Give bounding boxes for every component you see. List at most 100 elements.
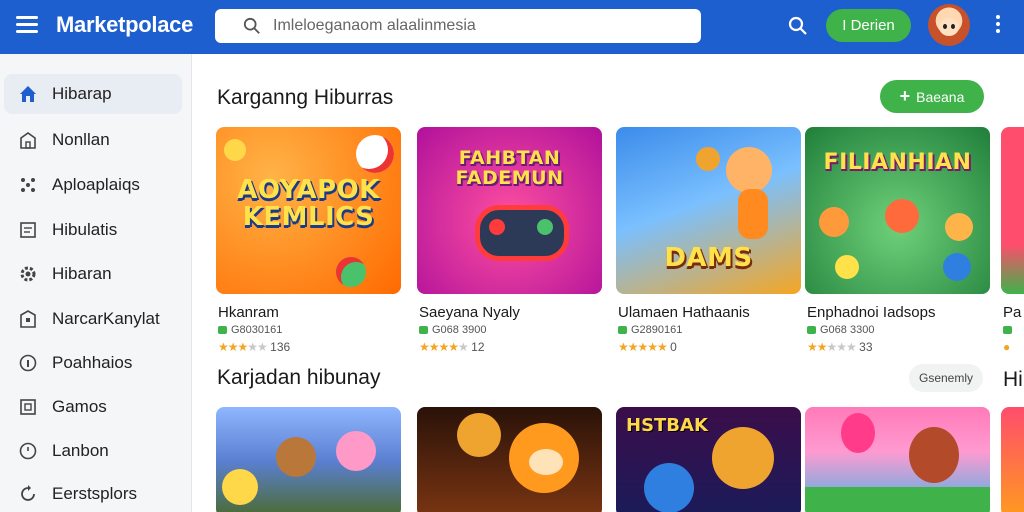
gem-graphic [943,253,971,281]
size-badge-icon [618,326,627,335]
sidebar-item-apps[interactable]: Aploaplaiqs [4,165,182,205]
app-card[interactable]: Pa ● [1001,127,1024,354]
app-card[interactable]: AOYAPOK KEMLICS Hkanram G8030161 ★★★★★ 1… [216,127,401,354]
sidebar-item-label: Hibulatis [52,220,118,239]
search-icon[interactable] [788,16,808,36]
app-size: G2890161 [618,324,682,336]
clock-icon [19,442,37,460]
app-card[interactable] [417,407,602,512]
app-brand[interactable]: Marketpolace [56,12,193,38]
character-graphic [336,431,376,471]
app-card[interactable] [1001,407,1024,512]
info-icon [19,354,37,372]
app-art-text: DAMS [664,243,753,273]
app-card[interactable] [216,407,401,512]
more-options-icon[interactable] [995,15,1001,35]
app-size-text: G068 3300 [820,324,875,336]
app-size: G068 3300 [807,324,874,336]
app-art-text: FILIANHIAN [823,150,972,175]
app-size-text: G2890161 [631,324,683,336]
app-rating: ★★★★★ 136 [218,340,291,354]
avatar-face [939,18,959,36]
sidebar-item-label: Hibaran [52,264,112,283]
app-size-text: G8030161 [231,324,283,336]
avatar-eye [951,24,955,29]
app-thumbnail: DAMS [616,127,801,294]
section-title: Hi [1003,368,1023,391]
rating-count: 136 [270,340,291,354]
sidebar-item-updates[interactable]: Eerstsplors [4,474,182,512]
top-app-bar: Marketpolace I Derien [0,0,1024,54]
sidebar-item-info[interactable]: Poahhaios [4,343,182,383]
ball-graphic [336,257,366,287]
app-size: G8030161 [218,324,282,336]
app-art-text: AOYAPOK KEMLICS [237,175,380,233]
app-title: Saeyana Nyaly [419,304,520,321]
size-badge-icon [419,326,428,335]
add-button-label: Baeana [916,88,965,105]
app-rating: ★★★★★ 12 [419,340,485,354]
bear-character [457,413,501,457]
app-title: Ulamaen Hathaanis [618,304,750,321]
app-rating: ★★★★★ 33 [807,340,873,354]
app-thumbnail [1001,127,1024,294]
sidebar-item-label: Poahhaios [52,353,133,372]
character-graphic [819,207,849,237]
ball-graphic [356,135,394,173]
app-title: Enphadnoi Iadsops [807,304,936,321]
sidebar-item-label: NarcarKanylat [52,309,160,328]
character-graphic [885,199,919,233]
character-body [738,189,768,239]
gear-icon [20,266,36,282]
add-button[interactable]: + Baeana [880,80,984,113]
image-icon [20,399,36,415]
coin-graphic [696,147,720,171]
bag-icon [20,132,36,149]
app-title: Hkanram [218,304,279,321]
search-input[interactable] [273,15,683,37]
app-size: G068 3900 [419,324,486,336]
app-card[interactable]: FAHBTAN FADEMUN Saeyana Nyaly G068 3900 … [417,127,602,354]
size-badge-icon [807,326,816,335]
sidebar-item-settings[interactable]: Hibaran [4,254,182,294]
section-title: Karjadan hibunay [217,366,381,389]
menu-icon[interactable] [16,16,38,36]
rating-count: 33 [859,340,873,354]
app-card[interactable] [805,407,990,512]
app-card[interactable]: FILIANHIAN Enphadnoi Iadsops G068 3300 ★… [805,127,990,354]
search-bar[interactable] [215,9,701,43]
sidebar-item-store[interactable]: NarcarKanylat [4,299,182,339]
apps-icon [21,178,35,192]
sidebar-item-home[interactable]: Hibarap [4,74,182,114]
gamepad-button [537,219,553,235]
app-card[interactable]: DAMS Ulamaen Hathaanis G2890161 ★★★★★ 0 [616,127,801,354]
sidebar-item-label: Aploaplaiqs [52,175,140,194]
app-art-text: FAHBTAN FADEMUN [455,147,564,189]
avatar[interactable] [928,4,970,46]
filter-chip[interactable]: Gsenemly [909,364,983,392]
coin-graphic [224,139,246,161]
character-graphic [945,213,973,241]
bear-snout [529,449,563,475]
gamepad-button [489,219,505,235]
sidebar-item-documents[interactable]: Hibulatis [4,210,182,250]
login-button[interactable]: I Derien [826,9,911,42]
app-art-text: HSTBAK [626,415,708,436]
rating-count: 0 [670,340,677,354]
sidebar-item-label: Eerstsplors [52,484,138,503]
app-rating: ★★★★★ 0 [618,340,677,354]
app-card[interactable]: HSTBAK [616,407,801,512]
rating-count: 12 [471,340,485,354]
character-graphic [909,427,959,483]
sidebar-item-games[interactable]: Gamos [4,387,182,427]
sidebar-item-label: Lanbon [52,441,109,460]
sidebar-item-bag[interactable]: Nonllan [4,120,182,160]
sidebar: Hibarap Nonllan Aploaplaiqs Hibulatis Hi… [0,54,192,512]
sidebar-item-history[interactable]: Lanbon [4,431,182,471]
sidebar-item-label: Hibarap [52,84,112,103]
avatar-eye [943,24,947,29]
app-size-text: G068 3900 [432,324,487,336]
section-title: Karganng Hiburras [217,86,394,109]
app-thumbnail: FAHBTAN FADEMUN [417,127,602,294]
document-icon [20,222,36,238]
